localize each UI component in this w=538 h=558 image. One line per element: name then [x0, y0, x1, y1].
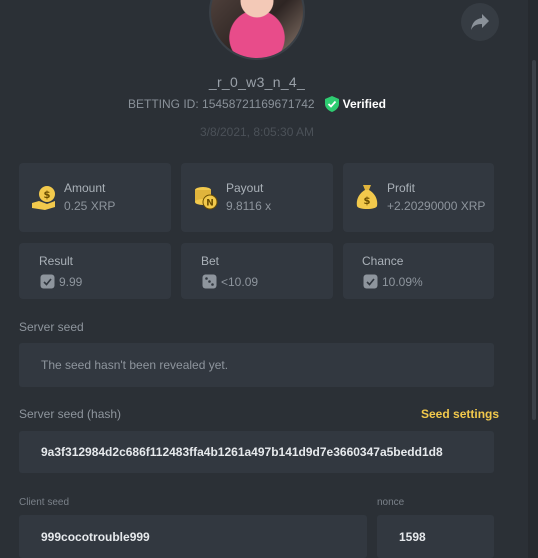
dice-check-icon [363, 274, 378, 289]
result-value: 9.99 [59, 275, 83, 289]
scrollbar-thumb[interactable] [532, 60, 536, 420]
payout-value: 9.8116 x [226, 199, 272, 213]
nonce-label: nonce [377, 497, 405, 508]
username: _r_0_w3_n_4_ [208, 74, 306, 90]
bet-value: <10.09 [221, 275, 259, 289]
client-seed-field[interactable]: 999cocotrouble999 [19, 515, 367, 558]
result-card: Result 9.99 [19, 243, 171, 299]
dice-check-icon [40, 274, 55, 289]
svg-text:N: N [206, 199, 214, 209]
profit-value: +2.20290000 XRP [387, 199, 486, 213]
server-seed-hash-value[interactable]: 9a3f312984d2c686f112483ffa4b1261a497b141… [41, 445, 443, 459]
svg-text:$: $ [364, 196, 371, 207]
verified-label: Verified [342, 97, 386, 111]
betting-id: 15458721169671742 [202, 97, 315, 111]
money-bag-icon: $ [356, 185, 378, 209]
server-seed-hash-field[interactable]: 9a3f312984d2c686f112483ffa4b1261a497b141… [19, 431, 494, 473]
svg-text:$: $ [44, 190, 51, 201]
result-label: Result [39, 254, 74, 268]
bet-card: Bet <10.09 [181, 243, 333, 299]
profit-label: Profit [387, 181, 416, 195]
share-button[interactable] [461, 3, 499, 41]
bet-timestamp: 3/8/2021, 8:05:30 AM [199, 125, 315, 139]
avatar [209, 0, 305, 60]
amount-value: 0.25 XRP [64, 199, 116, 213]
seed-settings-link[interactable]: Seed settings [421, 407, 499, 421]
payout-label: Payout [226, 181, 264, 195]
server-seed-hash-label: Server seed (hash) [19, 407, 122, 421]
server-seed-label: Server seed [19, 320, 84, 334]
client-seed-label: Client seed [19, 497, 70, 508]
server-seed-field: The seed hasn't been revealed yet. [19, 343, 494, 387]
coin-hand-icon: $ [32, 186, 55, 210]
chance-card: Chance 10.09% [343, 243, 494, 299]
scrollbar[interactable] [528, 0, 538, 558]
nonce-value[interactable]: 1598 [399, 530, 426, 544]
amount-label: Amount [64, 181, 106, 195]
nonce-field[interactable]: 1598 [377, 515, 494, 558]
profit-card: $ Profit +2.20290000 XRP [343, 163, 494, 232]
server-seed-value: The seed hasn't been revealed yet. [41, 358, 229, 372]
betting-id-row: BETTING ID: 15458721169671742 Verified [0, 96, 514, 112]
payout-card: N Payout 9.8116 x [181, 163, 333, 232]
amount-card: $ Amount 0.25 XRP [19, 163, 171, 232]
chance-label: Chance [362, 254, 404, 268]
share-icon [471, 14, 489, 30]
betting-id-label: BETTING ID: [128, 97, 199, 111]
shield-check-icon [324, 96, 339, 112]
client-seed-value[interactable]: 999cocotrouble999 [41, 530, 150, 544]
bet-label: Bet [201, 254, 220, 268]
chance-value: 10.09% [382, 275, 423, 289]
verified-badge: Verified [324, 96, 386, 112]
coin-stack-icon: N [195, 187, 218, 210]
dice-icon [202, 274, 217, 289]
